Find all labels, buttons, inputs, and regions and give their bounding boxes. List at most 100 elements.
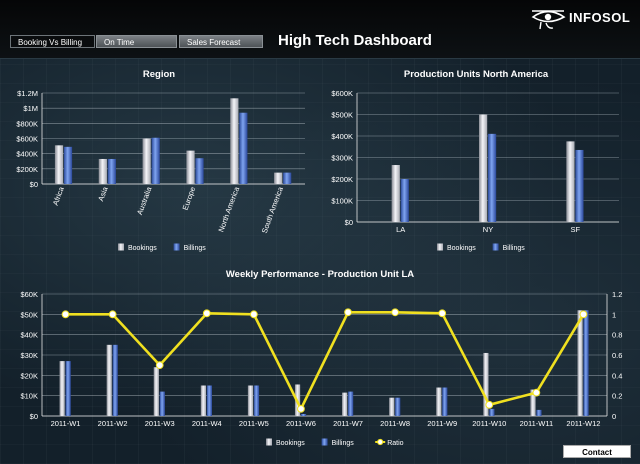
bar-billings: [206, 385, 212, 416]
bar-bookings: [391, 165, 400, 222]
ratio-point: [297, 404, 305, 413]
x-tick-label: 2011-W9: [427, 419, 457, 428]
ratio-point: [61, 310, 70, 319]
x-tick-label: NY: [483, 225, 493, 234]
bar-bookings: [389, 397, 395, 416]
bar-bookings: [342, 392, 348, 416]
x-tick-label: 2011-W8: [380, 419, 410, 428]
x-tick-label: 2011-W1: [51, 419, 81, 428]
bar-bookings: [577, 310, 583, 416]
production-units-chart-title: Production Units North America: [403, 69, 549, 80]
y2-tick-label: 0.2: [612, 392, 622, 401]
x-tick-label: SF: [571, 225, 581, 234]
y2-tick-label: 0: [612, 412, 616, 421]
y-tick-label: $40K: [20, 331, 38, 340]
bar-bookings: [200, 385, 206, 416]
bar-billings: [300, 413, 307, 416]
legend-swatch-bookings: [118, 243, 124, 251]
bar-bookings: [436, 387, 442, 416]
eye-logo-icon: [531, 10, 566, 30]
legend-label: Bookings: [276, 440, 305, 447]
x-tick-label: Africa: [51, 185, 66, 207]
x-tick-label: 2011-W11: [520, 419, 554, 428]
legend-swatch-billings: [321, 438, 328, 446]
y-tick-label: $0: [30, 180, 38, 189]
bar-bookings: [186, 150, 195, 184]
x-tick-label: LA: [396, 225, 405, 234]
x-tick-label: 2011-W4: [192, 419, 222, 428]
y-tick-label: $400K: [16, 150, 38, 159]
page-title: High Tech Dashboard: [278, 32, 432, 49]
tab-booking-vs-billing[interactable]: Booking Vs Billing: [10, 35, 95, 48]
bar-billings: [151, 137, 160, 184]
ratio-point: [108, 310, 117, 319]
bar-bookings: [566, 141, 575, 222]
bar-bookings: [54, 145, 64, 184]
bar-bookings: [479, 114, 488, 222]
y-tick-label: $100K: [331, 197, 353, 206]
y-tick-label: $400K: [331, 132, 353, 141]
ratio-point: [438, 309, 447, 318]
tab-on-time[interactable]: On Time: [96, 35, 177, 48]
y-tick-label: $0: [345, 218, 353, 227]
x-tick-label: 2011-W7: [333, 419, 363, 428]
y-tick-label: $10K: [20, 392, 38, 401]
bar-billings: [489, 408, 495, 416]
bar-billings: [395, 397, 401, 416]
x-tick-label: 2011-W12: [566, 419, 600, 428]
y2-tick-label: 1.2: [612, 290, 622, 299]
bar-billings: [159, 391, 165, 416]
bar-billings: [253, 385, 260, 416]
y-tick-label: $1.2M: [17, 89, 38, 98]
bar-bookings: [106, 344, 112, 416]
x-tick-label: 2011-W5: [239, 419, 269, 428]
ratio-point: [391, 308, 400, 317]
y-tick-label: $20K: [20, 371, 38, 380]
region-chart-title: Region: [142, 69, 176, 80]
ratio-point: [249, 310, 258, 319]
bar-billings: [583, 310, 589, 416]
x-tick-label: 2011-W2: [98, 419, 128, 428]
legend-label: Bookings: [128, 245, 157, 252]
x-tick-label: South America: [260, 185, 285, 235]
legend-label: Ratio: [387, 440, 403, 447]
bar-billings: [575, 149, 584, 222]
bar-billings: [348, 391, 354, 416]
bar-billings: [107, 158, 116, 184]
bar-billings: [195, 158, 204, 184]
bar-billings: [112, 344, 118, 416]
ratio-point: [532, 388, 541, 397]
x-tick-label: Australia: [135, 185, 154, 216]
bar-billings: [65, 361, 71, 416]
legend-label: Billings: [503, 245, 526, 252]
bar-bookings: [483, 352, 489, 416]
y2-tick-label: 0.6: [612, 351, 622, 360]
legend-swatch-billings: [173, 243, 180, 251]
weekly-chart-title: Weekly Performance - Production Unit LA: [225, 269, 415, 280]
ratio-point: [485, 400, 494, 409]
y-tick-label: $200K: [331, 175, 353, 184]
y-tick-label: $1M: [23, 104, 38, 113]
bar-bookings: [530, 389, 536, 416]
x-tick-label: 2011-W10: [472, 419, 506, 428]
y-tick-label: $60K: [20, 290, 38, 299]
y-tick-label: $600K: [16, 135, 38, 144]
x-tick-label: 2011-W3: [145, 419, 175, 428]
bar-billings: [63, 146, 73, 184]
ratio-point: [579, 310, 588, 319]
contact-button[interactable]: Contact: [563, 445, 631, 458]
bar-bookings: [294, 384, 301, 416]
y-tick-label: $0: [30, 412, 38, 421]
y-tick-label: $50K: [20, 310, 38, 319]
bar-bookings: [274, 172, 283, 184]
x-tick-label: North America: [216, 185, 241, 234]
legend-swatch-bookings: [266, 438, 272, 446]
tab-sales-forecast[interactable]: Sales Forecast: [179, 35, 263, 48]
y2-tick-label: 1: [612, 310, 616, 319]
legend-label: Billings: [332, 440, 355, 447]
y-tick-label: $800K: [16, 119, 38, 128]
y-tick-label: $600K: [331, 89, 353, 98]
ratio-point: [344, 308, 352, 317]
bar-bookings: [153, 367, 159, 416]
y-tick-label: $200K: [16, 165, 38, 174]
